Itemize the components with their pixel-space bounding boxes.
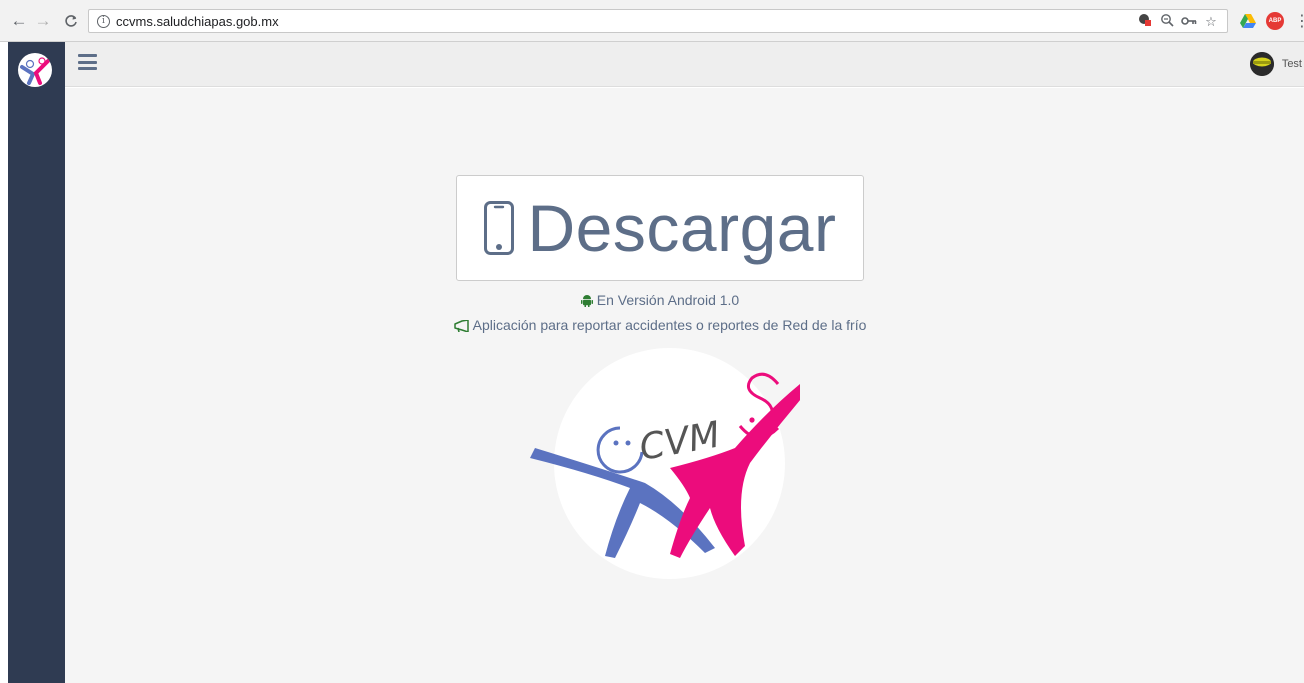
download-button[interactable]: Descargar xyxy=(456,175,864,281)
description-text: Aplicación para reportar accidentes o re… xyxy=(65,317,1255,333)
window-edge xyxy=(0,42,8,683)
sidebar xyxy=(8,42,65,683)
download-label: Descargar xyxy=(527,191,837,265)
forward-arrow-icon[interactable]: → xyxy=(32,10,54,32)
reload-icon[interactable] xyxy=(60,10,82,32)
ccvms-logo-icon[interactable] xyxy=(18,53,52,87)
version-text: En Versión Android 1.0 xyxy=(65,292,1255,308)
key-icon[interactable] xyxy=(1181,14,1197,29)
back-arrow-icon[interactable]: ← xyxy=(8,10,30,32)
hamburger-menu-icon[interactable] xyxy=(78,54,97,70)
android-icon xyxy=(580,295,593,307)
main-content: Descargar En Versión Android 1.0 Aplicac… xyxy=(65,88,1304,683)
info-icon[interactable]: i xyxy=(97,14,110,28)
zoom-icon[interactable] xyxy=(1159,13,1175,30)
menu-kebab-icon[interactable]: ⋮ xyxy=(1294,11,1304,31)
url-text: ccvms.saludchiapas.gob.mx xyxy=(116,13,279,29)
star-icon[interactable]: ☆ xyxy=(1203,14,1219,30)
avatar[interactable] xyxy=(1249,52,1274,76)
address-bar[interactable]: i ccvms.saludchiapas.gob.mx ☆ xyxy=(88,9,1228,33)
blocked-popup-icon[interactable] xyxy=(1137,13,1153,30)
browser-toolbar: ← → i ccvms.saludchiapas.gob.mx ☆ ABP ⋮ xyxy=(0,0,1304,42)
bullhorn-icon xyxy=(453,320,469,332)
user-menu[interactable]: Test xyxy=(1249,52,1304,76)
drive-icon[interactable] xyxy=(1240,14,1256,28)
ccvms-logo: CVM xyxy=(530,372,800,558)
app-topbar: Test xyxy=(65,42,1304,87)
adblock-icon[interactable]: ABP xyxy=(1266,12,1284,30)
mobile-phone-icon xyxy=(483,201,514,255)
user-name[interactable]: Test xyxy=(1282,58,1304,70)
